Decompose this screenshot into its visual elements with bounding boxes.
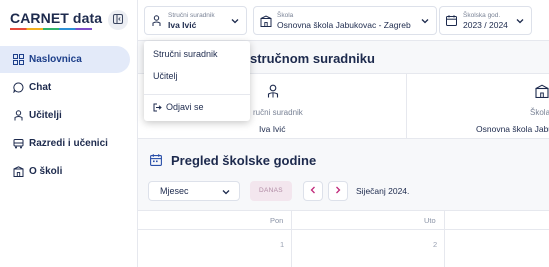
brand-color-bar [10, 28, 92, 30]
today-button[interactable]: DANAS [250, 181, 292, 201]
school-selector-value: Osnovna škola Jabukovac - Zagreb [277, 19, 411, 30]
school-selector[interactable]: Škola Osnovna škola Jabukovac - Zagreb [253, 6, 437, 35]
role-selector-label: Stručni suradnik [168, 11, 215, 19]
calendar-icon [446, 14, 458, 27]
sidebar-item-label: Razredi i učenici [29, 138, 108, 149]
school-icon [12, 166, 24, 178]
logout-label: Odjavi se [166, 102, 204, 112]
logout-icon [153, 103, 162, 112]
day-cell-number[interactable]: 1 [280, 240, 284, 249]
chevron-down-icon [420, 16, 430, 26]
info-card-label: Škola [530, 108, 549, 117]
chevron-down-icon [230, 16, 240, 26]
sidebar-item-o-skoli[interactable]: O školi [0, 158, 130, 185]
info-card-value: Iva Ivić [259, 124, 286, 134]
calendar-view-value: Mjesec [160, 186, 189, 196]
logout-menu-item[interactable]: Odjavi se [153, 102, 204, 112]
previous-month-button[interactable] [303, 181, 323, 201]
person-icon [12, 110, 24, 122]
sidebar-item-label: Naslovnica [29, 54, 82, 65]
sidebar-nav: Naslovnica Chat Učitelji Razredi i učeni… [0, 46, 138, 186]
chevron-right-icon [334, 186, 342, 197]
calendar-view-select[interactable]: Mjesec [148, 181, 240, 201]
calendar-grid [138, 210, 549, 267]
day-cell-number[interactable]: 2 [433, 240, 437, 249]
current-month-label: Siječanj 2024. [356, 186, 410, 196]
school-icon [260, 14, 272, 27]
grid-icon [12, 54, 24, 66]
info-card-value: Osnovna škola Jabu [476, 124, 549, 134]
calendar-grid-line [291, 210, 292, 267]
sidebar-item-razredi[interactable]: Razredi i učenici [0, 130, 130, 157]
role-selector-value: Iva Ivić [168, 19, 197, 30]
calendar-grid-line [444, 210, 445, 267]
menu-item-strucni-suradnik[interactable]: Stručni suradnik [153, 49, 218, 59]
chevron-down-icon [515, 16, 525, 26]
day-header-mon: Pon [270, 216, 284, 225]
sidebar-item-chat[interactable]: Chat [0, 74, 130, 101]
calendar-section-title: Pregled školske godine [171, 153, 317, 168]
sidebar-item-label: Chat [29, 82, 52, 93]
person-icon [266, 84, 280, 98]
school-year-value: 2023 / 2024 [463, 19, 508, 30]
brand-logo: CARNET data [10, 10, 103, 26]
calendar-header-line [138, 229, 549, 230]
sidebar-toggle-icon [113, 13, 123, 27]
calendar-icon [150, 154, 162, 166]
info-card-label: ručni suradnik [253, 108, 303, 117]
sidebar-item-naslovnica[interactable]: Naslovnica [0, 46, 130, 73]
role-dropdown-menu: Stručni suradnik Učitelj Odjavi se [144, 41, 250, 121]
role-selector[interactable]: Stručni suradnik Iva Ivić [144, 6, 247, 35]
info-section-title: stručnom suradniku [250, 51, 375, 66]
sidebar-item-ucitelji[interactable]: Učitelji [0, 102, 130, 129]
sidebar-item-label: Učitelji [29, 110, 62, 121]
school-icon [535, 84, 549, 99]
day-header-tue: Uto [424, 216, 436, 225]
menu-item-ucitelj[interactable]: Učitelj [153, 71, 178, 81]
sidebar-item-label: O školi [29, 166, 63, 177]
school-year-selector[interactable]: Školska god. 2023 / 2024 [439, 6, 532, 35]
collapse-sidebar-button[interactable] [108, 10, 128, 30]
next-month-button[interactable] [328, 181, 348, 201]
school-year-label: Školska god. [463, 11, 501, 19]
chevron-down-icon [221, 187, 231, 197]
info-card-divider [406, 73, 407, 139]
chat-icon [12, 82, 24, 94]
bus-icon [12, 138, 24, 150]
person-icon [151, 14, 163, 27]
chevron-left-icon [309, 186, 317, 197]
menu-divider [144, 94, 250, 95]
school-selector-label: Škola [277, 11, 294, 19]
sidebar: CARNET data Naslovnica Chat Učitelji Raz… [0, 0, 138, 267]
topbar: Stručni suradnik Iva Ivić Škola Osnovna … [138, 0, 549, 41]
